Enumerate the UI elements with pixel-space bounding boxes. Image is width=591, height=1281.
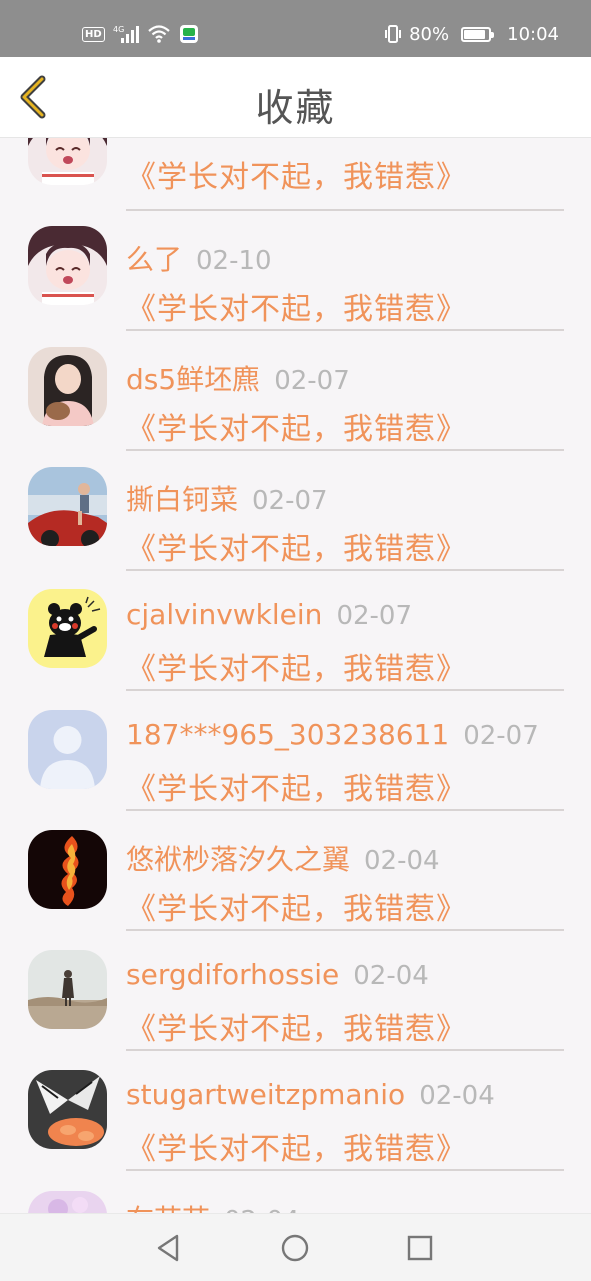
avatar[interactable] (28, 950, 107, 1029)
avatar[interactable] (28, 347, 107, 426)
item-username: 悠袱杪落汐久之翼 02-04 (126, 843, 440, 876)
divider (126, 929, 564, 931)
item-date: 02-04 (224, 1206, 300, 1213)
item-work-title[interactable]: 《学长对不起，我错惹》 (126, 1124, 467, 1168)
svg-text:4G: 4G (113, 25, 124, 34)
status-right-icons: 80% 10:04 (383, 22, 559, 46)
list-item[interactable]: 187***965_303238611 02-07 《学长对不起，我错惹》 (0, 694, 591, 814)
item-work-title[interactable]: 《学长对不起，我错惹》 (126, 284, 467, 328)
item-date: 02-04 (419, 1081, 495, 1111)
item-date: 02-04 (353, 961, 429, 991)
vibrate-icon (385, 25, 402, 43)
item-username: 布苗苗02-04 (126, 1198, 300, 1213)
battery-percent: 80% (409, 23, 450, 45)
list-item[interactable]: 么了02-10 《学长对不起，我错惹》 (0, 214, 591, 334)
item-date: 02-07 (463, 721, 539, 751)
divider (126, 1049, 564, 1051)
divider (126, 449, 564, 451)
divider (126, 209, 564, 211)
list-item[interactable]: 布苗苗02-04 (0, 1174, 591, 1213)
item-username: cjalvinvwklein 02-07 (126, 598, 412, 631)
item-username: ds5鲜坯麃 02-07 (126, 363, 350, 396)
item-work-title[interactable]: 《学长对不起，我错惹》 (126, 152, 467, 196)
list-item[interactable]: stugartweitzpmanio 02-04 《学长对不起，我错惹》 (0, 1054, 591, 1174)
list-item[interactable]: 么了02-10 《学长对不起，我错惹》 (0, 137, 591, 214)
clock: 10:04 (507, 23, 559, 45)
app-header: 收藏 (0, 57, 591, 138)
nav-home-button[interactable] (279, 1232, 311, 1264)
item-date: 02-07 (336, 601, 412, 631)
divider (126, 329, 564, 331)
avatar[interactable] (28, 226, 107, 305)
item-work-title[interactable]: 《学长对不起，我错惹》 (126, 524, 467, 568)
item-date: 02-07 (274, 366, 350, 396)
signal-icon: 4G (113, 25, 139, 43)
page-title: 收藏 (255, 86, 336, 130)
item-date: 02-07 (252, 486, 328, 516)
avatar[interactable] (28, 137, 107, 185)
item-work-title[interactable]: 《学长对不起，我错惹》 (126, 884, 467, 928)
item-username: sergdiforhossie 02-04 (126, 958, 429, 991)
avatar[interactable] (28, 1191, 107, 1213)
divider (126, 569, 564, 571)
divider (126, 1169, 564, 1171)
divider (126, 689, 564, 691)
battery-icon (461, 26, 495, 42)
avatar[interactable] (28, 710, 107, 789)
status-left-icons: HD 4G (82, 22, 199, 46)
item-username: 么了02-10 (126, 243, 272, 276)
favorites-list: 么了02-10 《学长对不起，我错惹》 么了02-10 《学长对不起，我错惹》 (0, 137, 591, 1213)
item-work-title[interactable]: 《学长对不起，我错惹》 (126, 644, 467, 688)
item-username: 187***965_303238611 02-07 (126, 718, 539, 751)
avatar[interactable] (28, 467, 107, 546)
triangle-back-icon (157, 1234, 179, 1262)
wifi-icon (147, 25, 170, 43)
list-item[interactable]: cjalvinvwklein 02-07 《学长对不起，我错惹》 (0, 574, 591, 694)
hd-icon: HD (82, 26, 105, 42)
list-item[interactable]: ds5鲜坯麃 02-07 《学长对不起，我错惹》 (0, 334, 591, 454)
item-date: 02-04 (364, 846, 440, 876)
list-item[interactable]: sergdiforhossie 02-04 《学长对不起，我错惹》 (0, 934, 591, 1054)
nav-back-button[interactable] (153, 1232, 185, 1264)
avatar[interactable] (28, 1070, 107, 1149)
avatar[interactable] (28, 830, 107, 909)
status-bar: HD 4G 80% 10:04 (0, 0, 591, 57)
item-work-title[interactable]: 《学长对不起，我错惹》 (126, 404, 467, 448)
square-recents-icon (407, 1235, 433, 1261)
item-work-title[interactable]: 《学长对不起，我错惹》 (126, 1004, 467, 1048)
circle-home-icon (281, 1234, 309, 1262)
app-notification-icon (179, 25, 198, 43)
nav-recents-button[interactable] (404, 1232, 436, 1264)
divider (126, 809, 564, 811)
item-username: stugartweitzpmanio 02-04 (126, 1078, 495, 1111)
item-username: 么了02-10 (126, 137, 272, 144)
list-item[interactable]: 悠袱杪落汐久之翼 02-04 《学长对不起，我错惹》 (0, 814, 591, 934)
item-work-title[interactable]: 《学长对不起，我错惹》 (126, 764, 467, 808)
system-nav-bar (0, 1213, 591, 1281)
avatar[interactable] (28, 589, 107, 668)
list-item[interactable]: 撕白钶菜 02-07 《学长对不起，我错惹》 (0, 454, 591, 574)
item-username: 撕白钶菜 02-07 (126, 483, 328, 516)
item-date: 02-10 (196, 246, 272, 276)
